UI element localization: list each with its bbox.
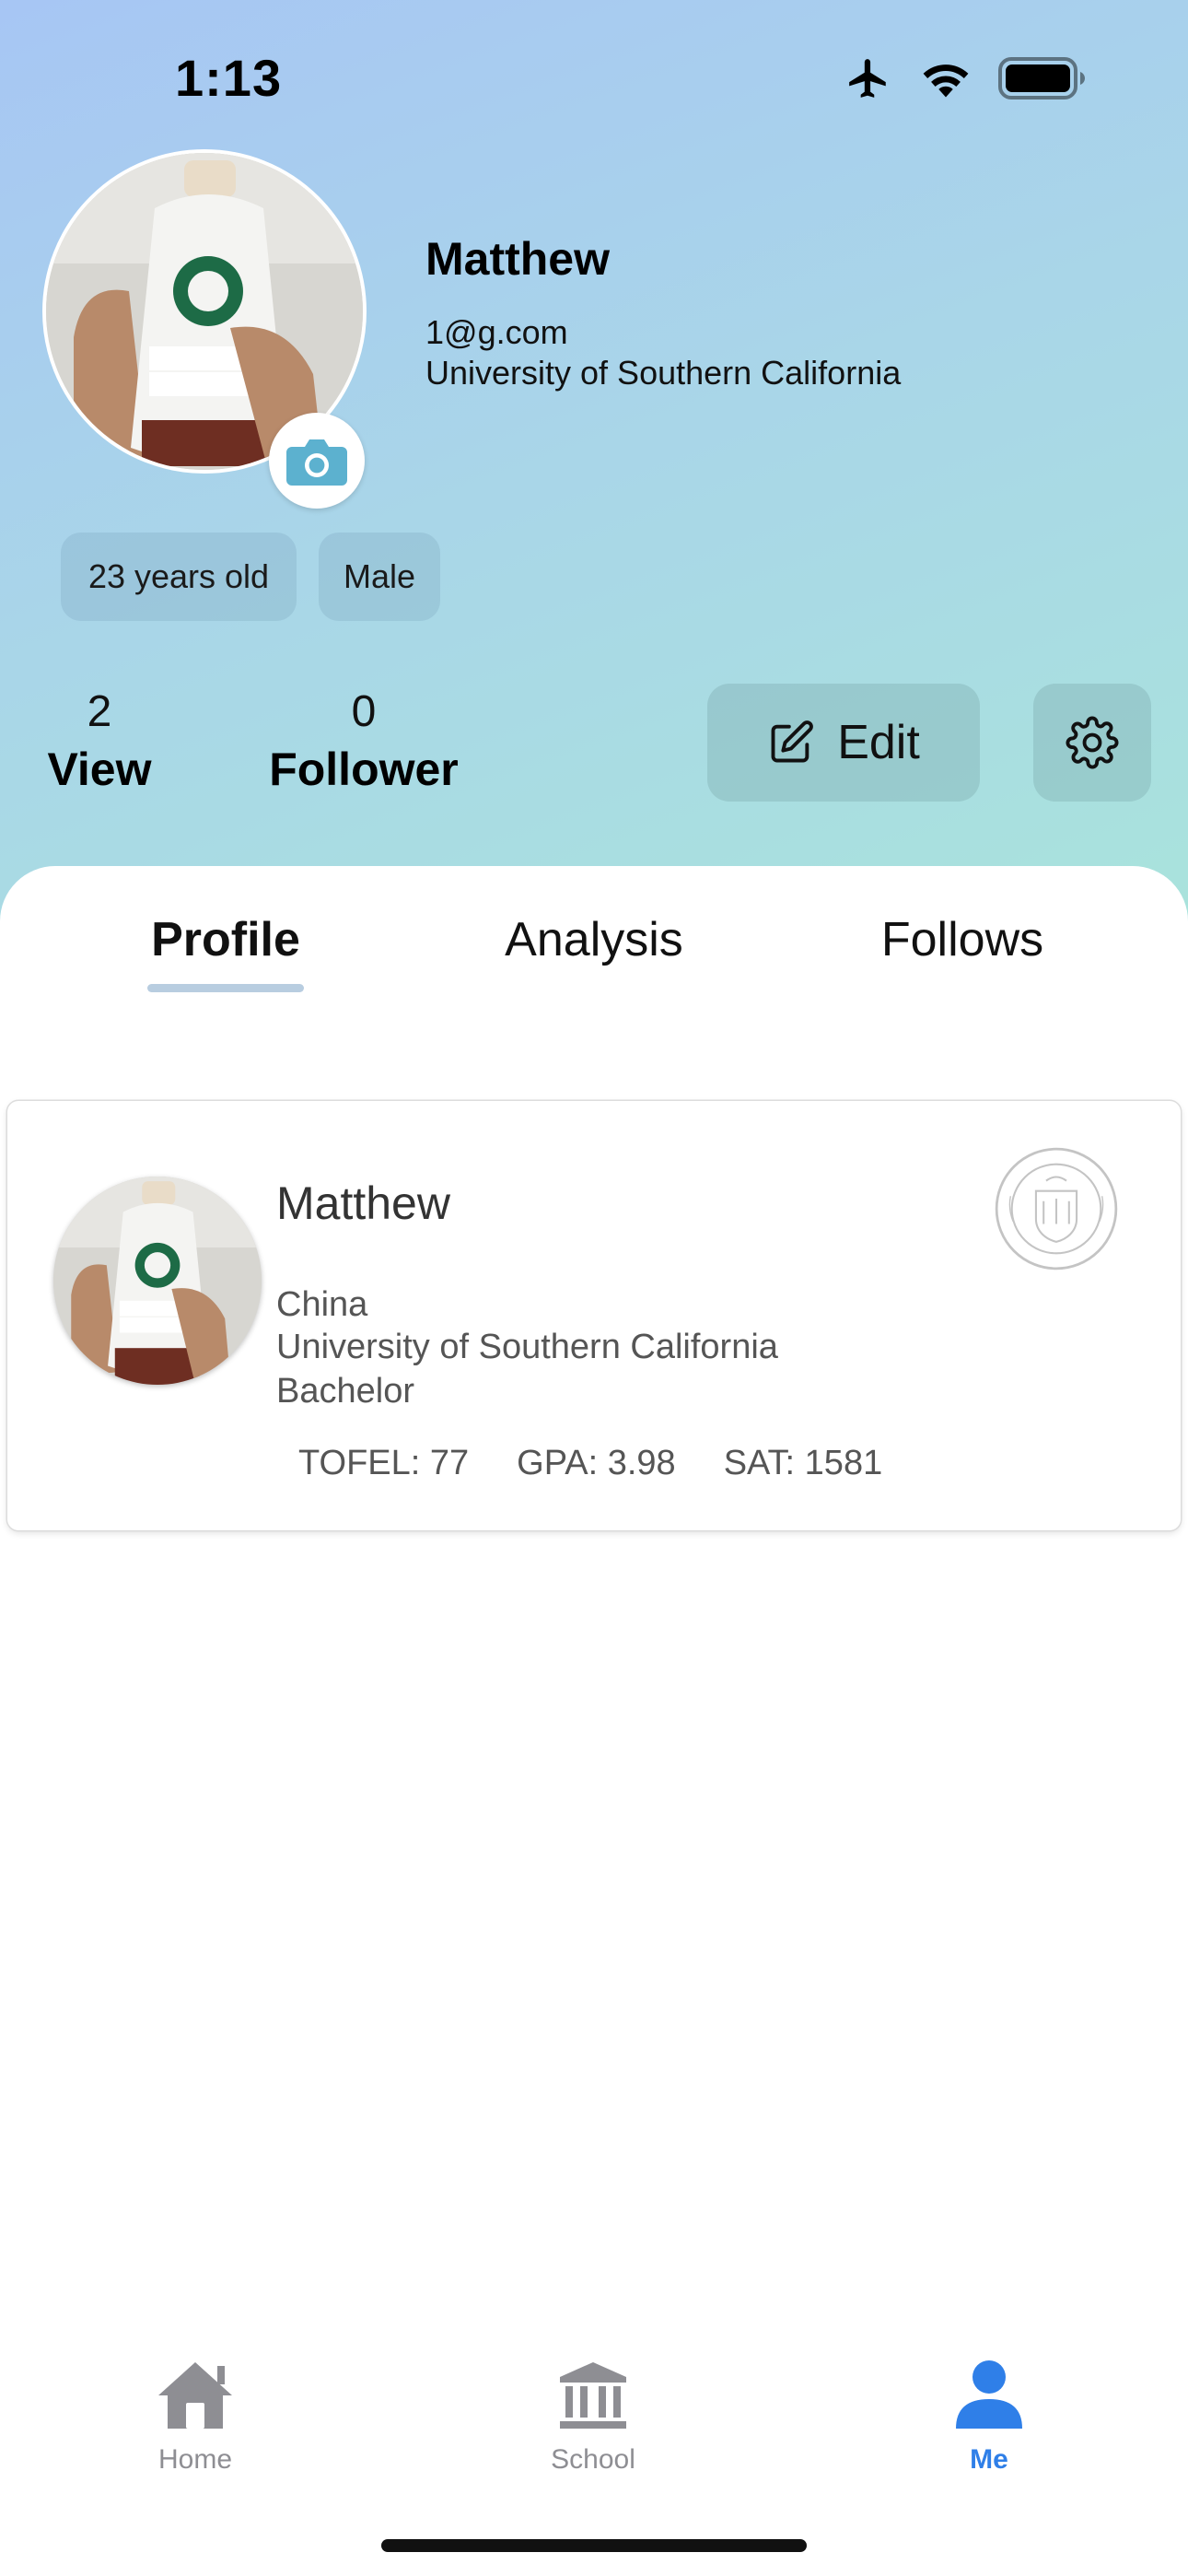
battery-icon — [998, 57, 1085, 100]
edit-label: Edit — [837, 716, 920, 769]
follower-stat[interactable]: 0 Follower — [260, 686, 468, 796]
tabbar-item-me[interactable]: Me — [897, 2359, 1081, 2476]
card-scores: TOFEL: 77 GPA: 3.98 SAT: 1581 — [298, 1444, 882, 1483]
view-count: 2 — [87, 687, 112, 736]
person-icon — [956, 2360, 1022, 2429]
card-avatar — [53, 1177, 262, 1385]
age-tag: 23 years old — [61, 533, 297, 621]
user-email: 1@g.com — [425, 313, 568, 351]
card-degree: Bachelor — [276, 1372, 414, 1411]
card-country: China — [276, 1285, 368, 1324]
profile-avatar-wrapper — [42, 149, 367, 509]
user-school: University of Southern California — [425, 354, 902, 392]
camera-icon — [286, 439, 347, 486]
card-avatar-photo — [53, 1177, 262, 1385]
profile-card[interactable]: Matthew China University of Southern Cal… — [7, 1101, 1181, 1530]
edit-profile-button[interactable]: Edit — [707, 684, 980, 802]
edit-icon — [771, 720, 814, 763]
sat-score: SAT: 1581 — [723, 1444, 883, 1482]
card-name: Matthew — [276, 1177, 450, 1229]
follower-label: Follower — [269, 744, 459, 795]
user-name: Matthew — [425, 233, 610, 285]
tabbar-item-home[interactable]: Home — [103, 2359, 287, 2476]
tabbar-label-me: Me — [970, 2444, 1008, 2475]
tab-analysis[interactable]: Analysis — [497, 912, 691, 967]
card-school: University of Southern California — [276, 1328, 778, 1366]
view-label: View — [47, 744, 152, 795]
tabbar-item-school[interactable]: School — [501, 2359, 685, 2476]
gear-icon — [1066, 716, 1119, 769]
university-seal-icon — [995, 1147, 1118, 1270]
airplane-icon — [849, 59, 886, 98]
follower-count: 0 — [351, 687, 377, 736]
tabbar-label-home: Home — [157, 2444, 233, 2475]
active-tab-indicator — [147, 984, 304, 992]
home-indicator — [381, 2539, 807, 2552]
status-time: 1:13 — [175, 49, 283, 107]
tab-profile[interactable]: Profile — [147, 912, 304, 967]
home-icon — [158, 2362, 232, 2429]
change-photo-button[interactable] — [269, 413, 365, 509]
gender-tag: Male — [319, 533, 440, 621]
status-icons — [844, 55, 1087, 101]
status-bar: 1:13 — [0, 0, 1188, 157]
tab-follows[interactable]: Follows — [875, 912, 1050, 967]
tabbar-label-school: School — [551, 2444, 635, 2475]
wifi-icon — [923, 64, 969, 98]
school-icon — [560, 2362, 626, 2429]
view-stat[interactable]: 2 View — [44, 686, 155, 796]
tofel-score: TOFEL: 77 — [298, 1444, 470, 1482]
gpa-score: GPA: 3.98 — [517, 1444, 676, 1482]
settings-button[interactable] — [1033, 684, 1151, 802]
